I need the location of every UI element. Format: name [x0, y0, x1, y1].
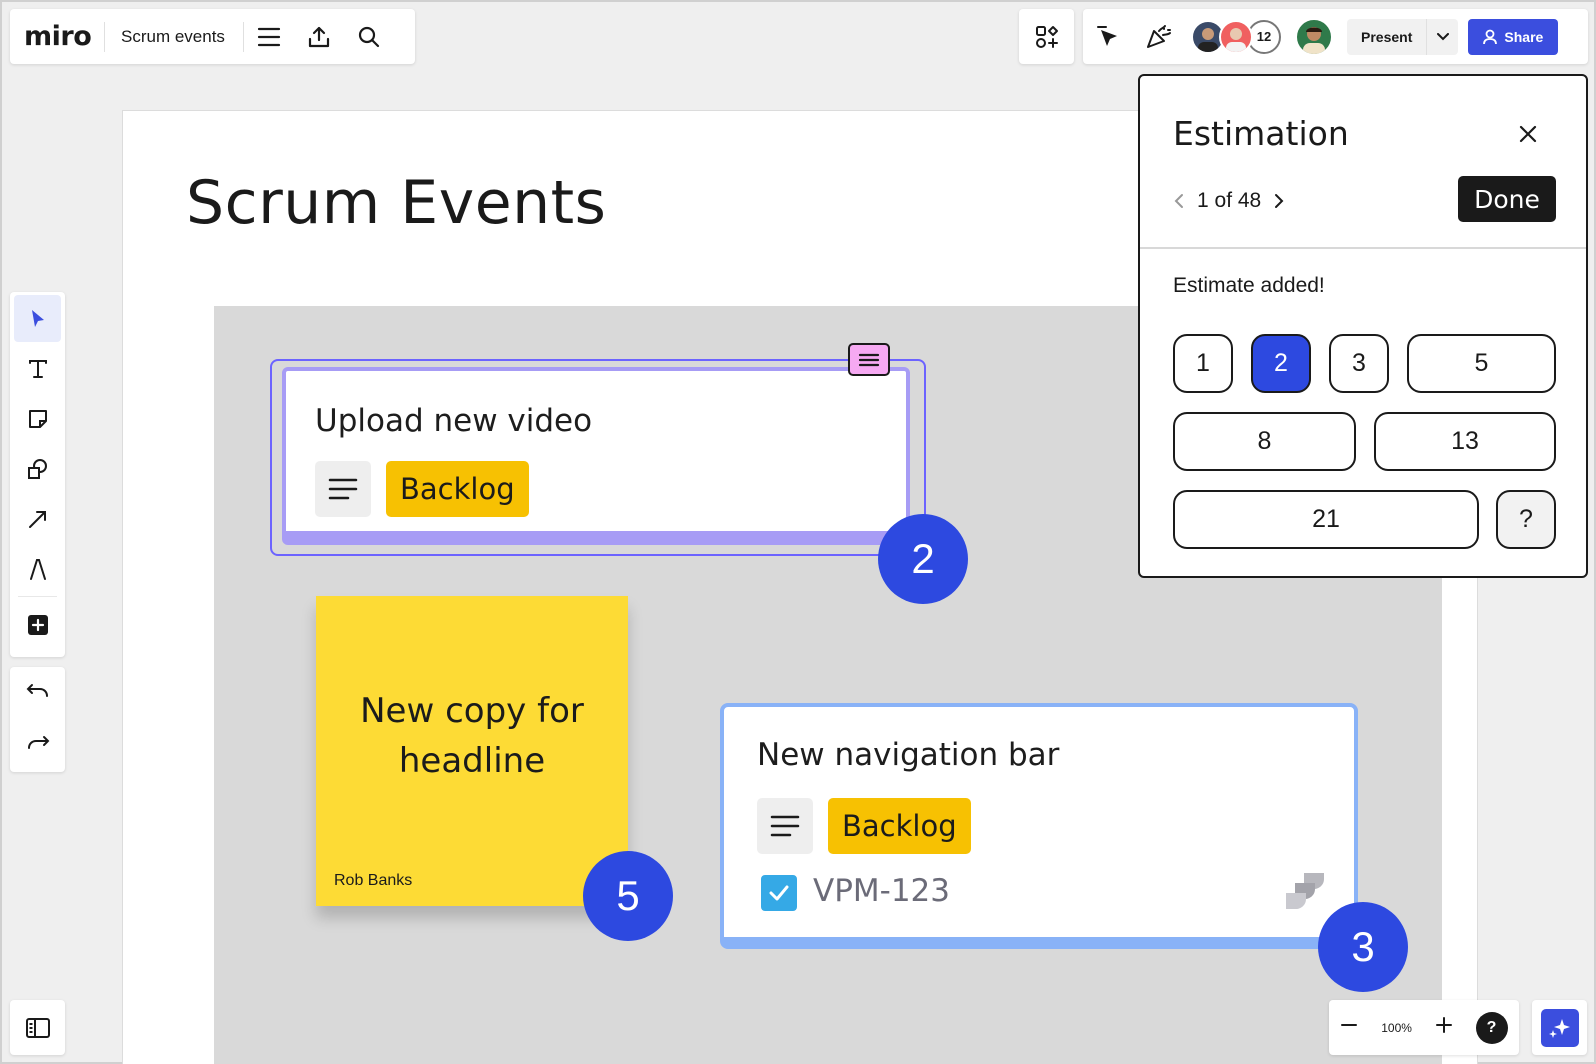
- select-tool[interactable]: [14, 295, 61, 342]
- minus-icon: [1341, 1024, 1358, 1026]
- done-button[interactable]: Done: [1458, 176, 1556, 222]
- plus-square-icon: [27, 614, 48, 635]
- search-button[interactable]: [344, 9, 394, 64]
- chevron-down-icon: [1436, 32, 1449, 40]
- close-icon: [1519, 125, 1537, 143]
- status-tag[interactable]: Backlog: [386, 461, 529, 517]
- card-body[interactable]: Upload new video Backlog: [282, 367, 910, 545]
- upload-icon: [308, 26, 330, 47]
- main-toolbar: miro Scrum events: [10, 9, 415, 64]
- reactions-button[interactable]: [1133, 9, 1183, 64]
- description-button[interactable]: [315, 461, 371, 517]
- shapes-icon: [27, 458, 47, 479]
- status-tag[interactable]: Backlog: [828, 798, 971, 854]
- apps-button[interactable]: [1019, 9, 1074, 64]
- comment-icon[interactable]: [848, 343, 890, 376]
- estimation-panel: Estimation 1 of 48 Done Estimate added! …: [1138, 74, 1588, 578]
- plus-icon: [1435, 1017, 1452, 1033]
- zoom-level[interactable]: 100%: [1381, 1021, 1412, 1035]
- menu-icon: [257, 27, 281, 46]
- sticky-text: New copy for headline: [360, 691, 584, 781]
- pager-text: 1 of 48: [1197, 189, 1262, 212]
- card-title: Upload new video: [315, 403, 593, 439]
- pen-tool[interactable]: [14, 545, 61, 592]
- creation-toolbar: [10, 292, 65, 657]
- board-heading[interactable]: Scrum Events: [186, 168, 606, 238]
- estimate-option[interactable]: 13: [1374, 412, 1556, 471]
- lines-icon: [328, 478, 358, 500]
- zoom-out-button[interactable]: [1340, 1016, 1358, 1039]
- ai-assist-button[interactable]: [1532, 1000, 1587, 1055]
- estimate-badge: 3: [1318, 902, 1408, 992]
- text-tool[interactable]: [14, 345, 61, 392]
- help-button[interactable]: ?: [1475, 1011, 1508, 1044]
- present-label: Present: [1361, 28, 1413, 45]
- share-button[interactable]: Share: [1468, 18, 1559, 55]
- sidebar-toggle-button[interactable]: [10, 1000, 65, 1055]
- estimate-option[interactable]: 21: [1173, 490, 1479, 549]
- redo-button[interactable]: [26, 734, 50, 757]
- cursor-icon: [1097, 25, 1117, 46]
- arrow-icon: [28, 510, 46, 528]
- pen-icon: [29, 558, 46, 580]
- chevron-left-icon[interactable]: [1173, 193, 1185, 209]
- cursor-follow-button[interactable]: [1083, 9, 1133, 64]
- collab-toolbar: 12 Present Share: [1083, 9, 1588, 64]
- estimate-badge: 5: [583, 851, 673, 941]
- estimate-message: Estimate added!: [1173, 274, 1325, 297]
- miro-logo[interactable]: miro: [24, 21, 104, 52]
- divider: [1140, 247, 1586, 249]
- connector-tool[interactable]: [14, 495, 61, 542]
- sticky-note-icon: [28, 409, 47, 428]
- sticky-note[interactable]: New copy for headline Rob Banks: [316, 596, 628, 906]
- user-icon: [1483, 29, 1498, 44]
- user-avatar[interactable]: [1295, 17, 1333, 56]
- sticky-author: Rob Banks: [334, 872, 413, 889]
- divider: [18, 596, 57, 597]
- description-button[interactable]: [757, 798, 813, 854]
- card-navigation-bar[interactable]: New navigation bar Backlog VPM-123: [720, 703, 1358, 949]
- present-button[interactable]: Present: [1347, 18, 1459, 55]
- chevron-right-icon[interactable]: [1273, 193, 1285, 209]
- menu-button[interactable]: [244, 9, 294, 64]
- lines-icon: [770, 815, 800, 837]
- sparkle-icon: [1540, 1008, 1579, 1047]
- share-label: Share: [1504, 28, 1544, 45]
- search-icon: [358, 26, 380, 47]
- estimate-option[interactable]: 5: [1407, 334, 1556, 393]
- sticky-note-tool[interactable]: [14, 395, 61, 442]
- estimate-option[interactable]: 3: [1329, 334, 1389, 393]
- text-icon: [28, 359, 47, 378]
- estimate-option[interactable]: 8: [1173, 412, 1356, 471]
- estimate-badge: 2: [878, 514, 968, 604]
- estimate-option[interactable]: 1: [1173, 334, 1233, 393]
- present-dropdown[interactable]: [1426, 18, 1458, 55]
- redo-icon: [27, 736, 49, 750]
- card-upload-video[interactable]: Upload new video Backlog: [270, 359, 926, 556]
- history-toolbar: [10, 667, 65, 772]
- export-button[interactable]: [294, 9, 344, 64]
- apps-icon: [1035, 25, 1058, 48]
- undo-icon: [26, 683, 48, 697]
- board-title[interactable]: Scrum events: [105, 27, 243, 47]
- pager: 1 of 48: [1173, 186, 1285, 216]
- card-title: New navigation bar: [757, 737, 1060, 773]
- checkbox-icon[interactable]: [761, 875, 797, 911]
- jira-icon: [1286, 873, 1324, 909]
- shapes-tool[interactable]: [14, 445, 61, 492]
- zoom-controls: 100% ?: [1329, 1000, 1519, 1055]
- panel-title: Estimation: [1173, 114, 1349, 153]
- estimate-option-unknown[interactable]: ?: [1496, 490, 1556, 549]
- sidebar-icon: [25, 1017, 50, 1038]
- more-tools-button[interactable]: [14, 601, 61, 648]
- close-button[interactable]: [1508, 114, 1548, 154]
- collaborators[interactable]: 12: [1191, 19, 1281, 54]
- zoom-in-button[interactable]: [1435, 1016, 1453, 1039]
- undo-button[interactable]: [26, 682, 50, 705]
- issue-key[interactable]: VPM-123: [813, 873, 950, 909]
- party-icon: [1147, 24, 1171, 48]
- avatar[interactable]: [1219, 19, 1253, 54]
- estimate-option-selected[interactable]: 2: [1251, 334, 1311, 393]
- pointer-icon: [31, 309, 44, 327]
